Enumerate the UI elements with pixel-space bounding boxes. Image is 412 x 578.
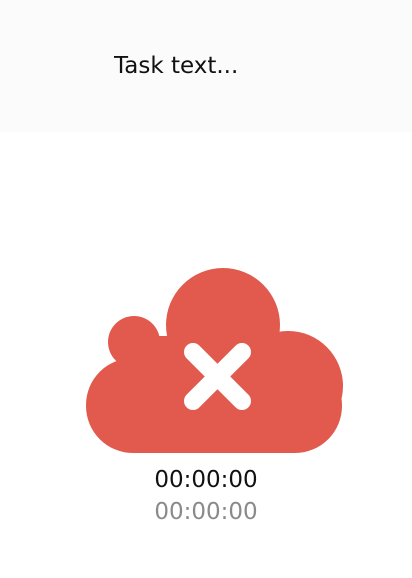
total-timer: 00:00:00 — [154, 499, 258, 525]
current-timer: 00:00:00 — [154, 467, 258, 493]
cloud-shape — [86, 268, 343, 453]
task-input[interactable] — [0, 0, 412, 132]
task-header — [0, 0, 412, 132]
cloud-error-icon[interactable] — [84, 266, 344, 454]
